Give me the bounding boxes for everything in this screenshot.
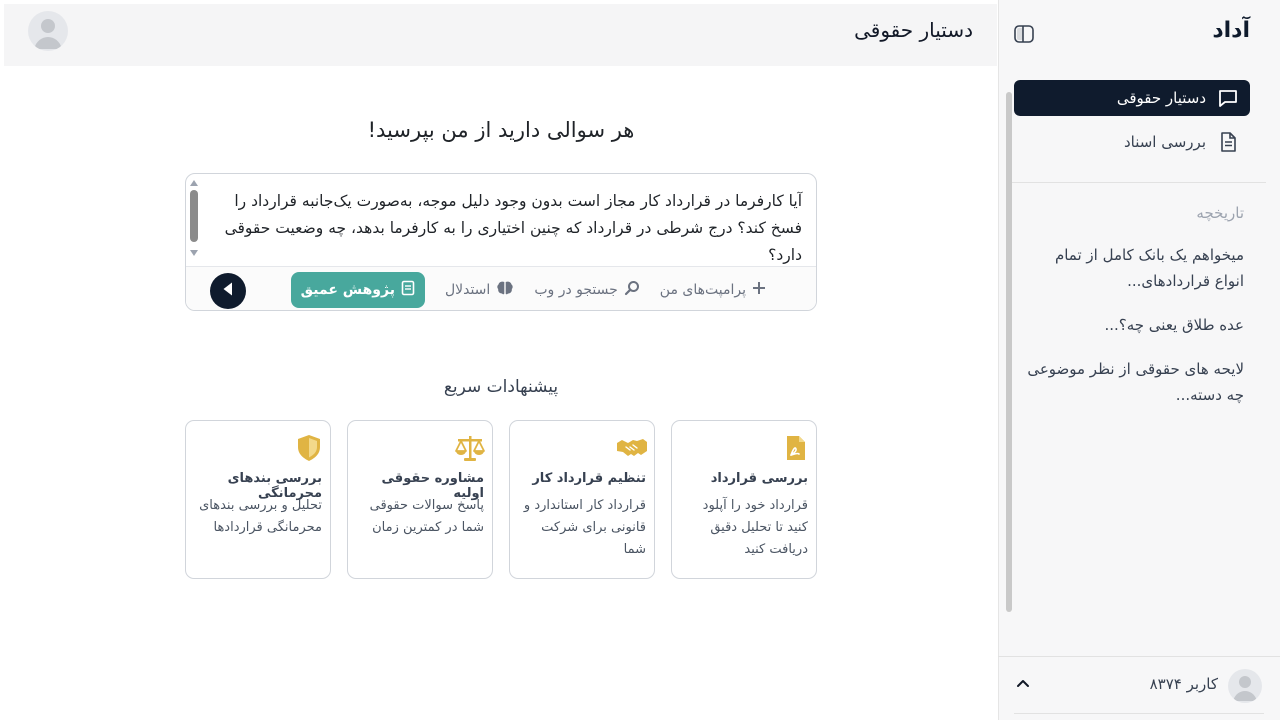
suggestion-card-contract-review[interactable]: بررسی قرارداد قرارداد خود را آپلود کنید … (671, 420, 817, 579)
footer-divider (1014, 713, 1264, 714)
card-description: قرارداد خود را آپلود کنید تا تحلیل دقیق … (702, 498, 808, 557)
tool-label: پرامپت‌های من (659, 282, 746, 298)
suggestion-card-legal-consultation[interactable]: مشاوره حقوقی اولیه پاسخ سوالات حقوقی شما… (347, 420, 493, 579)
sidebar-nav: دستیار حقوقی بررسی اسناد (1014, 80, 1250, 168)
tool-label: استدلال (444, 282, 491, 298)
card-title: تنظیم قرارداد کار (532, 471, 646, 486)
suggestion-card-confidentiality[interactable]: بررسی بندهای محرمانگی تحلیل و بررسی بنده… (185, 420, 331, 579)
document-icon (1216, 130, 1240, 154)
quick-suggestions: بررسی قرارداد قرارداد خود را آپلود کنید … (185, 420, 817, 580)
web-search-button[interactable]: جستجو در وب (534, 272, 639, 308)
avatar (1228, 669, 1262, 703)
user-name: کاربر ۸۳۷۴ (1149, 675, 1218, 693)
scroll-up-icon[interactable] (190, 180, 198, 186)
history-item[interactable]: لایحه های حقوقی از نظر موضوعی چه دسته... (1024, 356, 1244, 408)
sidebar-item-label: دستیار حقوقی (1116, 89, 1206, 107)
scrollbar-thumb[interactable] (190, 190, 198, 242)
suggestion-card-employment-contract[interactable]: تنظیم قرارداد کار قرارداد کار استاندارد … (509, 420, 655, 579)
history-title: تاریخچه (1196, 204, 1244, 222)
brain-icon (496, 280, 514, 300)
card-description: پاسخ سوالات حقوقی شما در کمترین زمان (369, 498, 484, 535)
history-list: میخواهم یک بانک کامل از تمام انواع قرارد… (1024, 242, 1244, 426)
quick-suggestions-title: پیشنهادات سریع (443, 377, 559, 397)
chevron-up-icon[interactable] (1014, 675, 1032, 693)
card-title: بررسی قرارداد (710, 471, 808, 486)
my-prompts-button[interactable]: پرامپت‌های من (660, 272, 766, 308)
history-item[interactable]: میخواهم یک بانک کامل از تمام انواع قرارد… (1024, 242, 1244, 294)
sidebar-toggle-icon[interactable] (1013, 24, 1035, 44)
send-arrow-icon (221, 281, 235, 301)
search-icon (624, 280, 640, 300)
tool-buttons: پرامپت‌های من جستجو در وب (290, 272, 766, 308)
pdf-file-icon (780, 433, 810, 463)
top-header: دستیار حقوقی (4, 4, 997, 66)
history-item[interactable]: عده طلاق یعنی چه؟... (1024, 312, 1244, 338)
brand-logo: آداد (1212, 18, 1250, 43)
sidebar-item-label: بررسی اسناد (1123, 133, 1206, 151)
page-title: دستیار حقوقی (854, 18, 973, 42)
chat-composer: آیا کارفرما در قرارداد کار مجاز است بدون… (185, 173, 817, 311)
scroll-down-icon[interactable] (190, 250, 198, 256)
scales-icon (455, 433, 486, 463)
sidebar-divider (1012, 182, 1266, 183)
message-input[interactable]: آیا کارفرما در قرارداد کار مجاز است بدون… (222, 188, 802, 269)
user-footer[interactable]: کاربر ۸۳۷۴ (998, 656, 1280, 720)
reasoning-button[interactable]: استدلال (445, 272, 514, 308)
tool-label: پژوهش عمیق (300, 282, 395, 298)
sidebar-scrollbar[interactable] (1005, 84, 1013, 656)
composer-toolbar: پرامپت‌های من جستجو در وب (186, 266, 816, 310)
send-button[interactable] (210, 273, 246, 309)
chat-icon (1216, 86, 1240, 110)
sidebar: آداد دستیار حقوقی بررسی اسناد تاریخچه می… (998, 0, 1280, 720)
book-icon (401, 280, 415, 300)
plus-icon (752, 281, 766, 299)
sidebar-item-document-review[interactable]: بررسی اسناد (1014, 124, 1250, 160)
composer-scrollbar[interactable] (190, 180, 198, 260)
card-description: قرارداد کار استاندارد و قانونی برای شرکت… (523, 498, 646, 557)
handshake-icon (617, 433, 648, 463)
main-heading: هر سوالی دارید از من بپرسید! (367, 118, 635, 142)
scrollbar-thumb[interactable] (1006, 92, 1012, 612)
avatar[interactable] (28, 11, 68, 51)
tool-label: جستجو در وب (534, 282, 618, 298)
sidebar-item-legal-assistant[interactable]: دستیار حقوقی (1014, 80, 1250, 116)
deep-research-button[interactable]: پژوهش عمیق (290, 272, 425, 308)
card-description: تحلیل و بررسی بندهای محرمانگی قراردادها (199, 498, 322, 535)
shield-icon (294, 433, 324, 463)
